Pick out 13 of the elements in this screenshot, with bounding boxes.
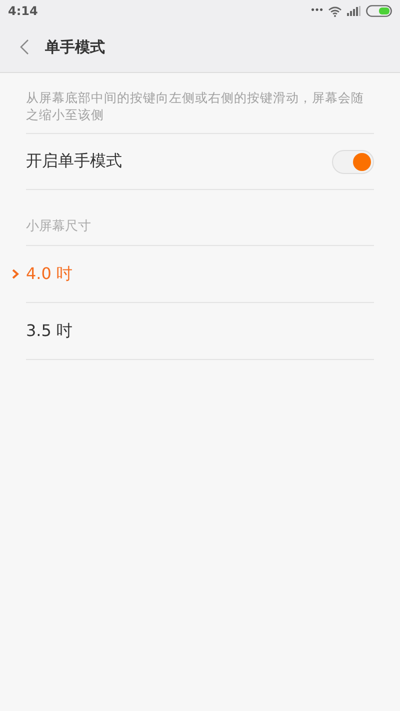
chevron-icon: [12, 269, 19, 279]
toggle-switch[interactable]: [332, 150, 374, 174]
size-option[interactable]: 3.5 吋: [26, 320, 73, 342]
status-time: 4:14: [8, 4, 38, 18]
back-icon[interactable]: [20, 39, 29, 55]
more-dots: •••: [310, 6, 323, 16]
toggle-label: 开启单手模式: [26, 151, 122, 172]
page-title: 单手模式: [45, 38, 105, 56]
section-title: 小屏幕尺寸: [26, 218, 91, 235]
wifi-icon: [328, 6, 342, 16]
description-text: 从屏幕底部中间的按键向左侧或右侧的按键滑动，屏幕会随之缩小至该侧: [26, 73, 374, 134]
battery-icon: [366, 5, 392, 17]
signal-icon: [347, 6, 361, 16]
